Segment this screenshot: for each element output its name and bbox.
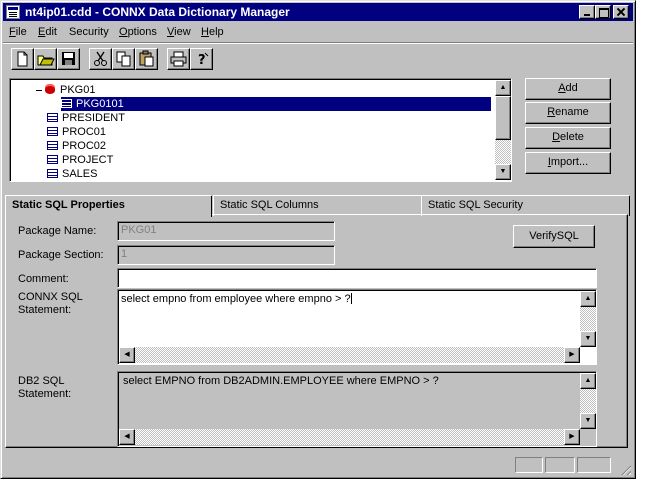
tab-static-sql-properties[interactable]: Static SQL Properties [5, 195, 212, 217]
scroll-right-icon[interactable]: ▶ [564, 429, 580, 445]
tree-item-pkg0101[interactable]: PKG0101 [61, 97, 491, 111]
svg-text:?: ? [198, 53, 206, 68]
lower-pane: Static SQL Properties Static SQL Columns… [5, 195, 631, 451]
db2-sql-hscroll[interactable]: ◀ ▶ [119, 429, 580, 445]
title-bar[interactable]: nt4ip01.cdd - CONNX Data Dictionary Mana… [3, 3, 633, 21]
db2-sql-label-2: Statement: [18, 388, 72, 400]
package-section-field[interactable]: 1 [117, 245, 335, 265]
delete-button[interactable]: Delete [525, 127, 611, 149]
scroll-thumb[interactable] [495, 96, 511, 140]
print-icon [170, 51, 187, 67]
scroll-left-icon[interactable]: ◀ [119, 429, 135, 445]
cut-button[interactable] [89, 48, 112, 70]
paste-icon [139, 50, 154, 67]
help-button[interactable]: ? [190, 48, 213, 70]
menu-bar: File Edit Security Options View Help [3, 23, 633, 41]
upper-pane: PKG01 PKG0101 PRESIDENT PROC01 PROC02 PR… [5, 73, 631, 189]
scroll-up-icon[interactable]: ▲ [580, 291, 596, 307]
table-icon [47, 141, 58, 150]
cut-icon [94, 51, 107, 66]
menu-options[interactable]: Options [119, 26, 157, 38]
connx-sql-label: CONNX SQL [18, 291, 83, 303]
db2-sql-vscroll[interactable]: ▲ ▼ [580, 373, 596, 429]
tree-item-president[interactable]: PRESIDENT [47, 111, 127, 125]
table-icon [47, 113, 58, 122]
db2-sql-viewer[interactable]: select EMPNO from DB2ADMIN.EMPLOYEE wher… [117, 371, 597, 447]
status-bar [3, 454, 633, 476]
minimize-button[interactable] [579, 5, 595, 19]
connx-sql-hscroll[interactable]: ◀ ▶ [119, 347, 580, 363]
comment-label: Comment: [18, 273, 69, 285]
tree-item-project[interactable]: PROJECT [47, 153, 115, 167]
resize-grip-icon[interactable] [619, 463, 631, 475]
main-window: nt4ip01.cdd - CONNX Data Dictionary Mana… [0, 0, 636, 479]
properties-panel: Package Name: PKG01 Package Section: 1 V… [5, 214, 628, 448]
tree-item-proc02[interactable]: PROC02 [47, 139, 108, 153]
menu-security[interactable]: Security [69, 26, 109, 38]
menu-view[interactable]: View [167, 26, 191, 38]
scroll-up-icon[interactable]: ▲ [580, 373, 596, 389]
tree-collapse-icon[interactable] [36, 90, 42, 91]
status-panel-1 [515, 457, 543, 473]
tree-item-proc01[interactable]: PROC01 [47, 125, 108, 139]
maximize-button[interactable] [595, 5, 611, 19]
package-icon [45, 84, 55, 94]
scroll-down-icon[interactable]: ▼ [580, 413, 596, 429]
close-button[interactable] [613, 5, 629, 19]
scroll-up-icon[interactable]: ▲ [495, 80, 511, 96]
add-button[interactable]: Add [525, 78, 611, 100]
dictionary-tree[interactable]: PKG01 PKG0101 PRESIDENT PROC01 PROC02 PR… [9, 78, 512, 182]
table-icon [47, 155, 58, 164]
package-section-label: Package Section: [18, 249, 104, 261]
save-icon [62, 52, 75, 65]
open-button[interactable] [34, 48, 57, 70]
app-icon[interactable] [6, 5, 20, 19]
new-button[interactable] [11, 48, 34, 70]
tree-item-sales[interactable]: SALES [47, 167, 99, 181]
db2-sql-label: DB2 SQL [18, 375, 65, 387]
verify-sql-button[interactable]: VerifySQL [513, 225, 595, 248]
comment-field[interactable] [117, 268, 597, 288]
rename-button[interactable]: Rename [525, 102, 611, 124]
db2-sql-text: select EMPNO from DB2ADMIN.EMPLOYEE wher… [123, 375, 439, 387]
table-icon [47, 127, 58, 136]
paste-button[interactable] [135, 48, 158, 70]
status-panel-3 [577, 457, 611, 473]
table-icon [47, 169, 58, 178]
scroll-down-icon[interactable]: ▼ [580, 331, 596, 347]
table-icon [61, 99, 72, 108]
copy-icon [116, 51, 131, 67]
scroll-down-icon[interactable]: ▼ [495, 164, 511, 180]
import-button[interactable]: Import... [525, 152, 611, 174]
scroll-right-icon[interactable]: ▶ [564, 347, 580, 363]
new-icon [17, 51, 28, 67]
menu-file[interactable]: File [9, 26, 27, 38]
tree-item-pkg01[interactable]: PKG01 [45, 83, 97, 97]
tab-static-sql-security[interactable]: Static SQL Security [421, 195, 630, 216]
connx-sql-label-2: Statement: [18, 304, 72, 316]
tab-static-sql-columns[interactable]: Static SQL Columns [213, 195, 422, 216]
help-icon: ? [198, 52, 209, 68]
tree-scrollbar[interactable]: ▲ ▼ [495, 80, 511, 180]
menu-edit[interactable]: Edit [38, 26, 57, 38]
scroll-left-icon[interactable]: ◀ [119, 347, 135, 363]
save-button[interactable] [57, 48, 80, 70]
window-title: nt4ip01.cdd - CONNX Data Dictionary Mana… [25, 5, 290, 19]
connx-sql-vscroll[interactable]: ▲ ▼ [580, 291, 596, 347]
copy-button[interactable] [112, 48, 135, 70]
text-caret [350, 293, 352, 304]
toolbar: ? [3, 42, 633, 72]
connx-sql-text: select empno from employee where empno >… [121, 293, 351, 305]
package-name-field[interactable]: PKG01 [117, 221, 335, 241]
menu-help[interactable]: Help [201, 26, 224, 38]
connx-sql-editor[interactable]: select empno from employee where empno >… [117, 289, 597, 365]
package-name-label: Package Name: [18, 225, 97, 237]
print-button[interactable] [167, 48, 190, 70]
status-panel-2 [545, 457, 575, 473]
open-icon [37, 55, 55, 66]
